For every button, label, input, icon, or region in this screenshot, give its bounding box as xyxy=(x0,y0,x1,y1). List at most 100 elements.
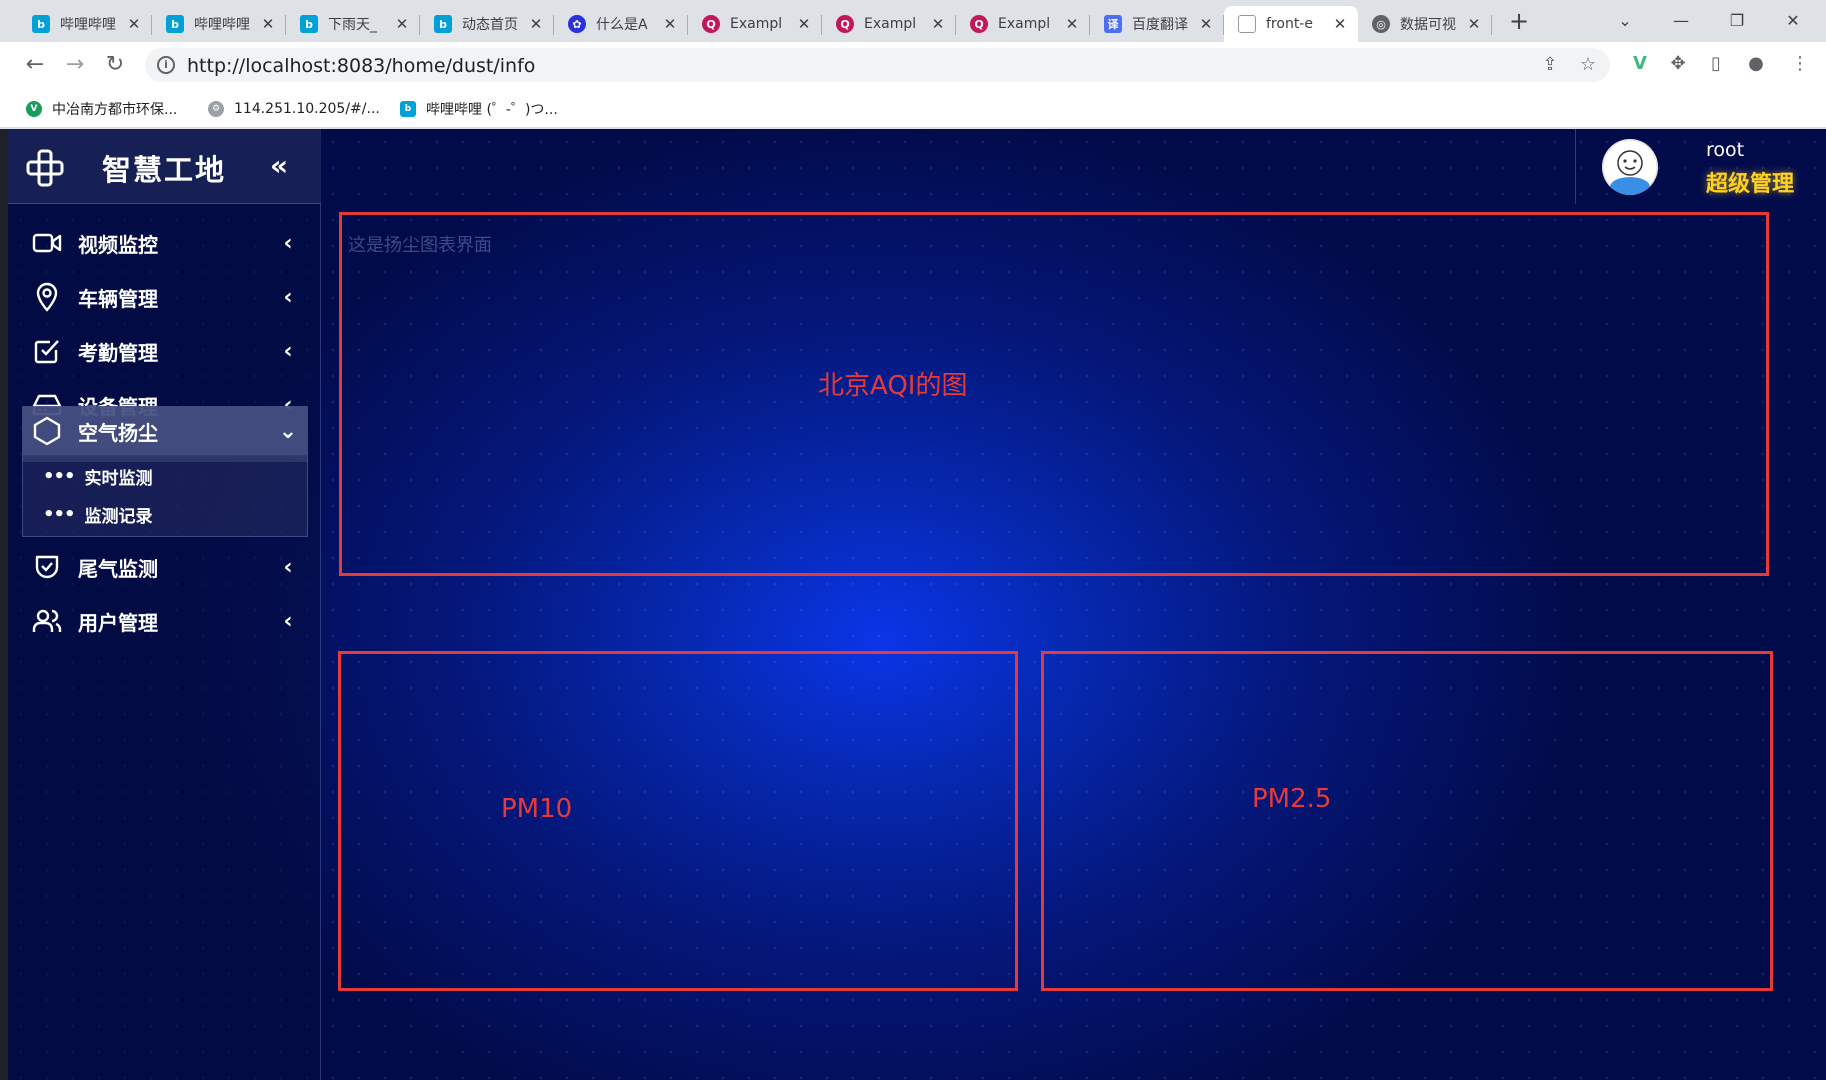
browser-menu-icon[interactable]: ⋮ xyxy=(1786,50,1814,78)
forward-icon[interactable]: → xyxy=(60,50,90,80)
menu-item-vehicle[interactable]: 车辆管理 ‹ xyxy=(22,269,308,325)
menu-label: 空气扬尘 xyxy=(78,420,158,445)
fanyi-icon: 译 xyxy=(1104,15,1122,33)
bilibili-icon: b xyxy=(166,15,184,33)
bookmark-item[interactable]: ⚙ 114.251.10.205/#/... xyxy=(208,98,380,120)
tab-close-icon[interactable]: ✕ xyxy=(1064,15,1080,33)
bookmark-star-icon[interactable]: ☆ xyxy=(1577,54,1599,76)
window-edge xyxy=(0,129,8,1080)
bilibili-icon: b xyxy=(300,15,318,33)
gear-icon: ⚙ xyxy=(208,101,224,117)
tab-close-icon[interactable]: ✕ xyxy=(394,15,410,33)
tab-close-icon[interactable]: ✕ xyxy=(260,15,276,33)
menu-label: 尾气监测 xyxy=(78,556,158,581)
browser-tab[interactable]: front-e ✕ xyxy=(1224,6,1358,42)
browser-tab[interactable]: Q Exampl ✕ xyxy=(688,6,822,42)
share-icon[interactable]: ⇪ xyxy=(1539,54,1561,76)
menu-item-attendance[interactable]: 考勤管理 ‹ xyxy=(22,323,308,379)
menu-label: 视频监控 xyxy=(78,232,158,257)
submenu-item-realtime[interactable]: ••• 实时监测 xyxy=(43,461,153,491)
user-info[interactable]: root 超级管理 xyxy=(1575,129,1826,204)
close-window-button[interactable]: ✕ xyxy=(1768,6,1818,36)
chevron-left-icon: ‹ xyxy=(283,554,293,580)
bookmark-label: 中冶南方都市环保... xyxy=(52,102,178,118)
video-camera-icon xyxy=(32,228,62,258)
extensions-puzzle-icon[interactable]: ✥ xyxy=(1664,50,1692,78)
browser-tab[interactable]: b 哔哩哔哩 ✕ xyxy=(152,6,286,42)
vue-devtools-icon[interactable]: V xyxy=(1626,50,1654,78)
url-text[interactable]: http://localhost:8083/home/dust/info xyxy=(187,55,535,77)
browser-tab[interactable]: b 哔哩哔哩 ✕ xyxy=(18,6,152,42)
menu-item-air-dust-row[interactable]: 空气扬尘 ⌄ xyxy=(22,406,308,456)
menu-label: 用户管理 xyxy=(78,610,158,635)
menu-label: 考勤管理 xyxy=(78,340,158,365)
pm25-chart-panel: PM2.5 xyxy=(1041,651,1773,991)
tab-close-icon[interactable]: ✕ xyxy=(662,15,678,33)
tab-title: 动态首页 xyxy=(462,17,518,33)
tab-title: 什么是A xyxy=(596,17,648,33)
tab-close-icon[interactable]: ✕ xyxy=(1198,15,1214,33)
browser-tab[interactable]: ✿ 什么是A ✕ xyxy=(554,6,688,42)
reload-icon[interactable]: ↻ xyxy=(100,50,130,80)
pm10-chart-label: PM10 xyxy=(501,794,573,824)
document-icon xyxy=(1238,15,1256,33)
back-icon[interactable]: ← xyxy=(20,50,50,80)
browser-tab[interactable]: 译百度翻译 ✕ xyxy=(1090,6,1224,42)
shield-check-icon xyxy=(32,552,62,582)
example-icon: Q xyxy=(836,15,854,33)
collapse-sidebar-icon[interactable]: « xyxy=(270,149,288,182)
tab-title: 哔哩哔哩 xyxy=(60,17,116,33)
menu-item-video[interactable]: 视频监控 ‹ xyxy=(22,215,308,271)
bookmark-item[interactable]: b 哔哩哔哩 (゜-゜)つ... xyxy=(400,98,558,120)
tab-close-icon[interactable]: ✕ xyxy=(528,15,544,33)
profile-avatar-icon[interactable]: ● xyxy=(1742,50,1770,78)
menu-item-users[interactable]: 用户管理 ‹ xyxy=(22,593,308,649)
dots-icon: ••• xyxy=(43,503,76,525)
chevron-left-icon: ‹ xyxy=(283,608,293,634)
tab-title: 下雨天_ xyxy=(328,17,377,33)
sidebar-header: 智慧工地 « xyxy=(8,129,321,204)
tab-close-icon[interactable]: ✕ xyxy=(930,15,946,33)
tab-title: 百度翻译 xyxy=(1132,17,1188,33)
bookmark-label: 114.251.10.205/#/... xyxy=(234,101,380,117)
pm10-chart-panel: PM10 xyxy=(338,651,1018,991)
submenu-label: 监测记录 xyxy=(84,506,153,527)
bookmark-item[interactable]: V 中冶南方都市环保... xyxy=(26,98,177,120)
tab-separator xyxy=(1491,15,1492,35)
browser-tab[interactable]: b 下雨天_ ✕ xyxy=(286,6,420,42)
bilibili-icon: b xyxy=(32,15,50,33)
browser-tab[interactable]: ◎ 数据可视 ✕ xyxy=(1358,6,1492,42)
page-hint: 这是扬尘图表界面 xyxy=(348,235,492,256)
browser-tab[interactable]: Q Exampl ✕ xyxy=(956,6,1090,42)
chevron-left-icon: ‹ xyxy=(283,284,293,310)
globe-icon: ◎ xyxy=(1372,15,1390,33)
tab-title: Exampl xyxy=(730,16,783,32)
tab-close-icon[interactable]: ✕ xyxy=(1332,15,1348,33)
browser-tab-bar: b 哔哩哔哩 ✕ b 哔哩哔哩 ✕ b 下雨天_ ✕ b 动态首页 ✕ ✿ 什么是A ✕ Q Exampl ✕ Q E… xyxy=(0,0,1826,42)
restore-button[interactable]: ❐ xyxy=(1712,6,1762,36)
bilibili-icon: b xyxy=(400,101,416,117)
dots-icon: ••• xyxy=(43,465,76,487)
user-name: root xyxy=(1706,139,1745,161)
tab-title: 哔哩哔哩 xyxy=(194,17,250,33)
minimize-button[interactable]: — xyxy=(1656,6,1706,36)
side-panel-icon[interactable]: ▯ xyxy=(1702,50,1730,78)
avatar[interactable] xyxy=(1602,139,1658,195)
tab-close-icon[interactable]: ✕ xyxy=(126,15,142,33)
tab-close-icon[interactable]: ✕ xyxy=(1466,15,1482,33)
address-bar[interactable]: i http://localhost:8083/home/dust/info ⇪… xyxy=(145,48,1610,82)
site-info-icon[interactable]: i xyxy=(157,56,175,74)
user-role: 超级管理 xyxy=(1706,172,1795,197)
vue-icon: V xyxy=(26,101,42,117)
check-square-icon xyxy=(32,336,62,366)
submenu-item-records[interactable]: ••• 监测记录 xyxy=(43,499,153,529)
tab-close-icon[interactable]: ✕ xyxy=(796,15,812,33)
menu-item-exhaust[interactable]: 尾气监测 ‹ xyxy=(22,539,308,595)
new-tab-button[interactable]: + xyxy=(1505,8,1533,36)
app-title: 智慧工地 xyxy=(102,153,227,187)
submenu-label: 实时监测 xyxy=(84,468,153,489)
browser-tab[interactable]: b 动态首页 ✕ xyxy=(420,6,554,42)
browser-tab[interactable]: Q Exampl ✕ xyxy=(822,6,956,42)
bookmarks-bar: V 中冶南方都市环保... ⚙ 114.251.10.205/#/... b 哔… xyxy=(0,88,1826,128)
tab-search-icon[interactable]: ⌄ xyxy=(1600,6,1650,36)
